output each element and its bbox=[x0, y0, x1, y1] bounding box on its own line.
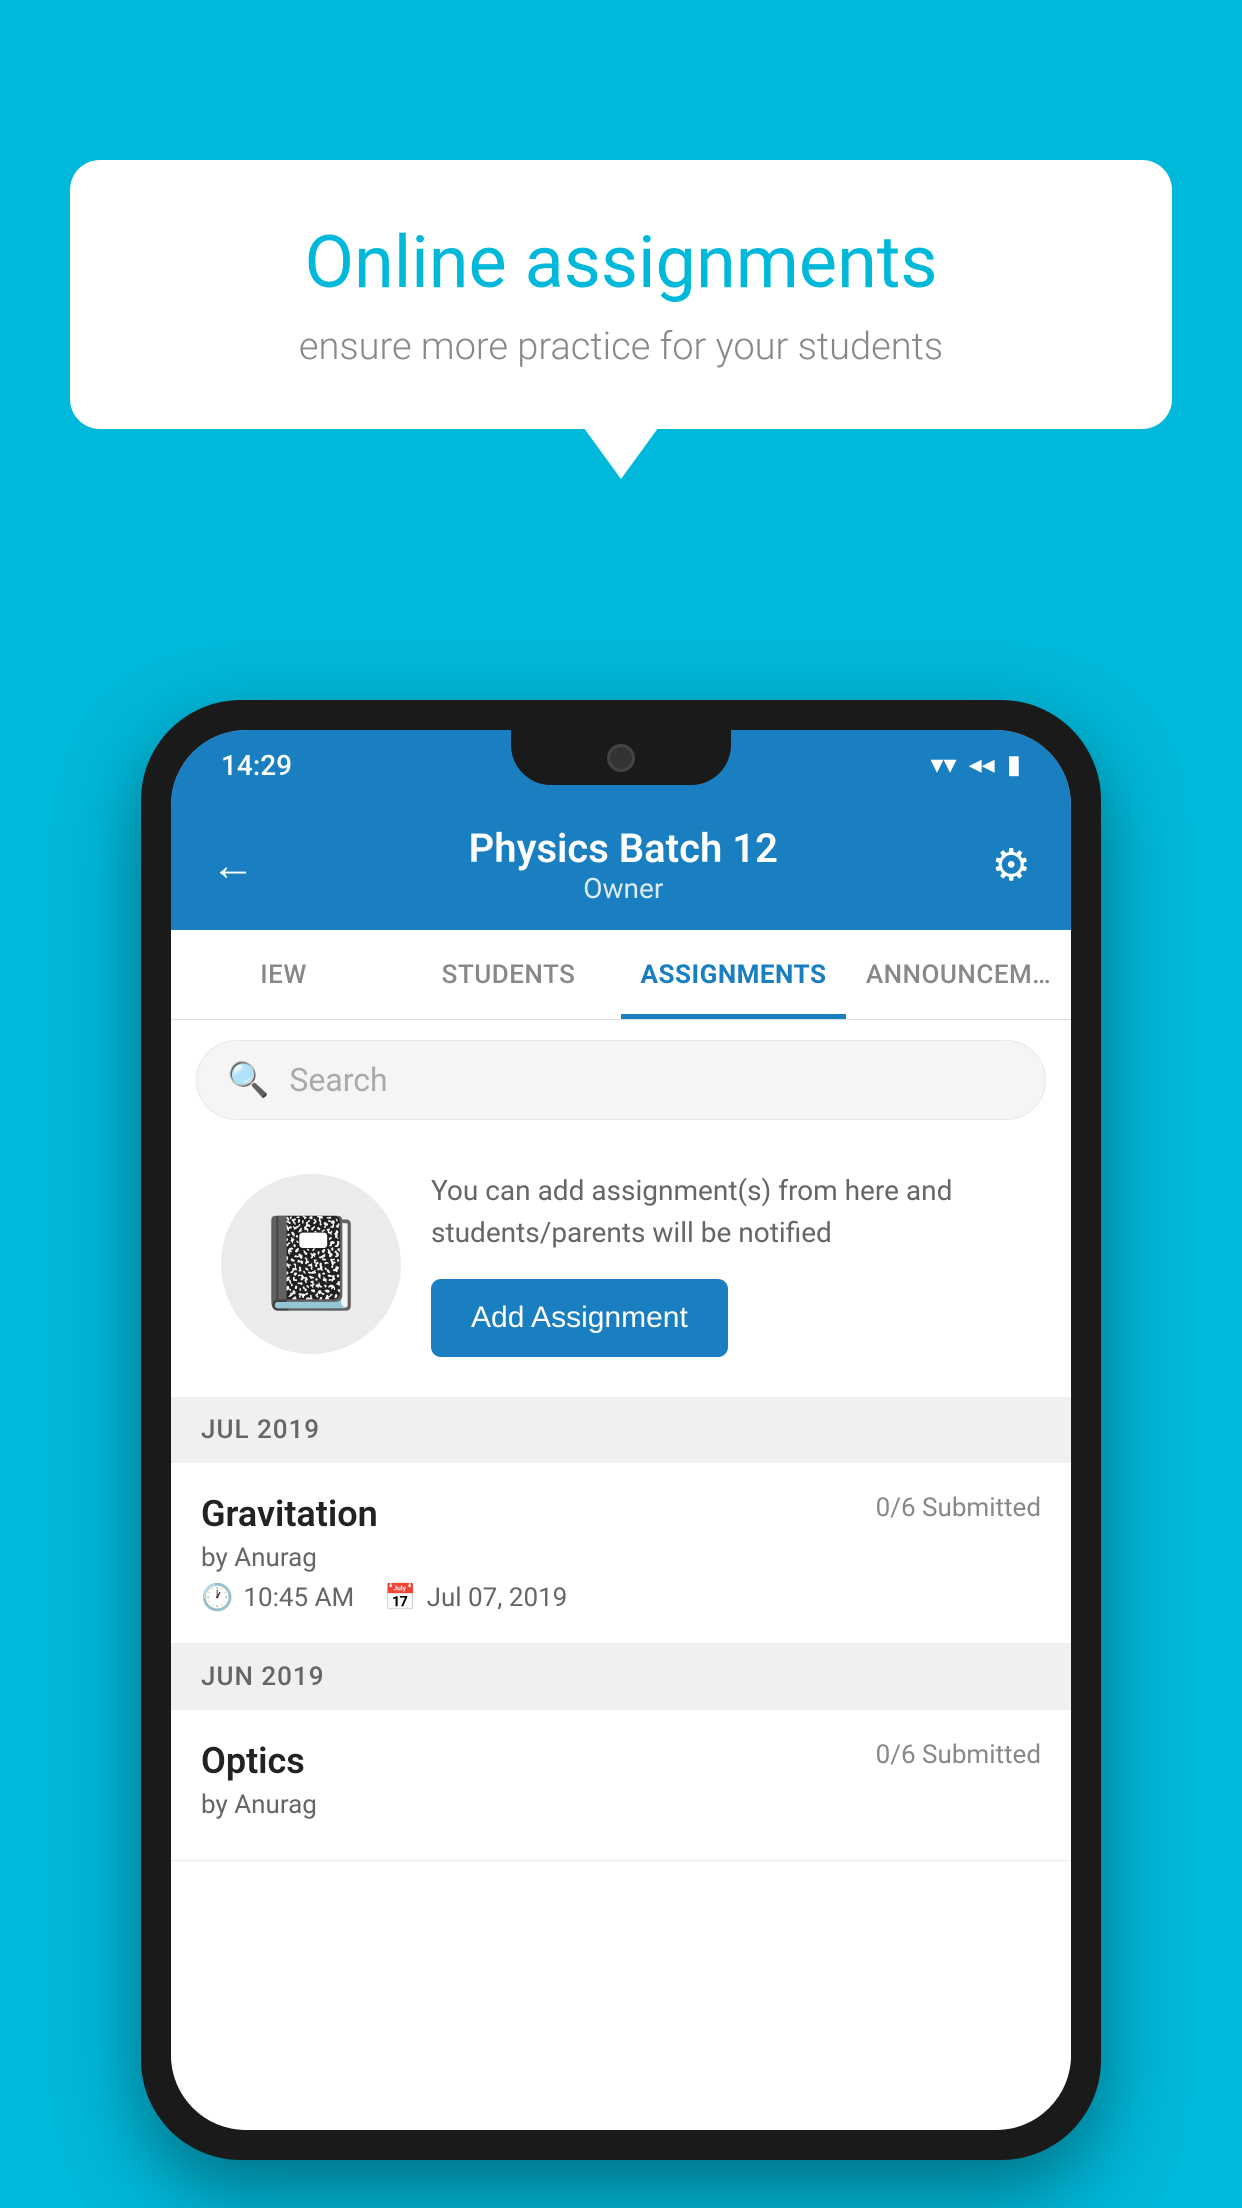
assignment-name-gravitation: Gravitation bbox=[201, 1493, 378, 1535]
search-icon: 🔍 bbox=[227, 1060, 269, 1100]
header-title-area: Physics Batch 12 Owner bbox=[255, 825, 992, 905]
settings-icon[interactable]: ⚙ bbox=[992, 839, 1031, 891]
assignment-name-optics: Optics bbox=[201, 1740, 305, 1782]
assignment-time-gravitation: 🕐 10:45 AM bbox=[201, 1583, 354, 1613]
empty-state-card: 📓 You can add assignment(s) from here an… bbox=[196, 1140, 1046, 1387]
assignment-meta-gravitation: 🕐 10:45 AM 📅 Jul 07, 2019 bbox=[201, 1583, 1041, 1613]
signal-icon: ◂◂ bbox=[969, 750, 995, 780]
assignment-date-gravitation: 📅 Jul 07, 2019 bbox=[384, 1583, 567, 1613]
search-placeholder: Search bbox=[289, 1061, 387, 1099]
notebook-icon: 📓 bbox=[255, 1211, 367, 1316]
phone-screen: 14:29 ▾▾ ◂◂ ▮ ← Physics Batch 12 Owner ⚙ bbox=[171, 730, 1071, 2130]
tab-students[interactable]: STUDENTS bbox=[396, 930, 621, 1019]
screen-content: 🔍 Search 📓 You can add assignment(s) fro… bbox=[171, 1020, 1071, 2130]
phone-notch bbox=[511, 730, 731, 785]
phone-frame: 14:29 ▾▾ ◂◂ ▮ ← Physics Batch 12 Owner ⚙ bbox=[141, 700, 1101, 2160]
wifi-icon: ▾▾ bbox=[930, 750, 956, 780]
empty-state-text-area: You can add assignment(s) from here and … bbox=[431, 1170, 1021, 1357]
front-camera bbox=[607, 744, 635, 772]
speech-bubble-title: Online assignments bbox=[150, 220, 1092, 305]
search-bar[interactable]: 🔍 Search bbox=[196, 1040, 1046, 1120]
clock-icon: 🕐 bbox=[201, 1583, 233, 1613]
phone-mockup: 14:29 ▾▾ ◂◂ ▮ ← Physics Batch 12 Owner ⚙ bbox=[141, 700, 1101, 2160]
back-button[interactable]: ← bbox=[211, 839, 255, 891]
tab-overview[interactable]: IEW bbox=[171, 930, 396, 1019]
assignment-icon-circle: 📓 bbox=[221, 1174, 401, 1354]
app-header: ← Physics Batch 12 Owner ⚙ bbox=[171, 800, 1071, 930]
section-header-jun2019: JUN 2019 bbox=[171, 1644, 1071, 1710]
status-time: 14:29 bbox=[221, 749, 292, 782]
assignment-top-row: Gravitation 0/6 Submitted bbox=[201, 1493, 1041, 1535]
speech-bubble-section: Online assignments ensure more practice … bbox=[70, 160, 1172, 429]
calendar-icon: 📅 bbox=[384, 1583, 416, 1613]
tab-bar: IEW STUDENTS ASSIGNMENTS ANNOUNCEM… bbox=[171, 930, 1071, 1020]
header-subtitle: Owner bbox=[255, 872, 992, 905]
assignment-top-row-optics: Optics 0/6 Submitted bbox=[201, 1740, 1041, 1782]
assignment-by-optics: by Anurag bbox=[201, 1790, 1041, 1820]
tab-announcements[interactable]: ANNOUNCEM… bbox=[846, 930, 1071, 1019]
assignment-by-gravitation: by Anurag bbox=[201, 1543, 1041, 1573]
speech-bubble-subtitle: ensure more practice for your students bbox=[150, 325, 1092, 369]
add-assignment-button[interactable]: Add Assignment bbox=[431, 1279, 728, 1357]
header-title: Physics Batch 12 bbox=[255, 825, 992, 872]
assignment-submitted-optics: 0/6 Submitted bbox=[876, 1740, 1041, 1770]
section-header-jul2019: JUL 2019 bbox=[171, 1397, 1071, 1463]
speech-bubble: Online assignments ensure more practice … bbox=[70, 160, 1172, 429]
assignment-item-gravitation[interactable]: Gravitation 0/6 Submitted by Anurag 🕐 10… bbox=[171, 1463, 1071, 1644]
tab-assignments[interactable]: ASSIGNMENTS bbox=[621, 930, 846, 1019]
status-icons: ▾▾ ◂◂ ▮ bbox=[930, 750, 1021, 780]
assignment-submitted-gravitation: 0/6 Submitted bbox=[876, 1493, 1041, 1523]
empty-state-description: You can add assignment(s) from here and … bbox=[431, 1170, 1021, 1254]
assignment-item-optics[interactable]: Optics 0/6 Submitted by Anurag bbox=[171, 1710, 1071, 1861]
battery-icon: ▮ bbox=[1007, 750, 1021, 780]
